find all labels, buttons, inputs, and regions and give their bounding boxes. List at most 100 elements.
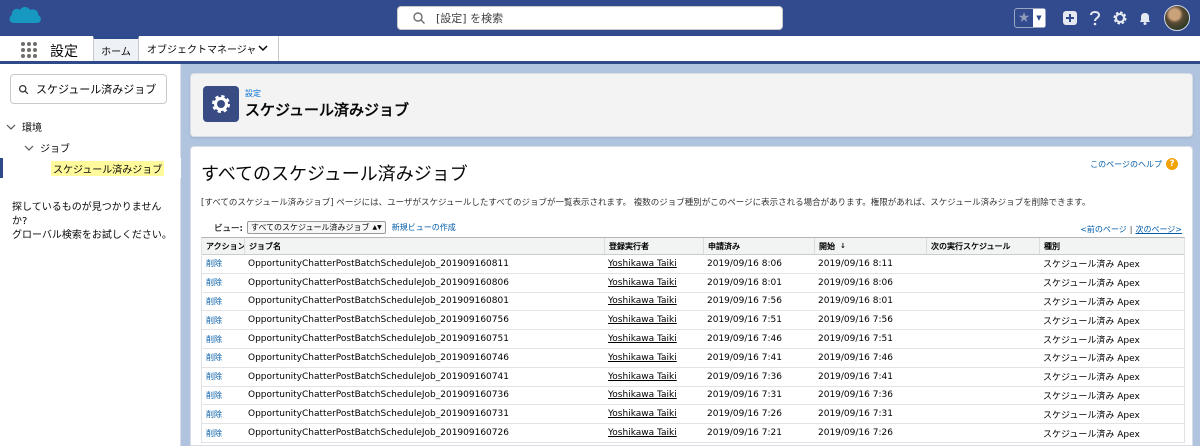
column-header-submitted[interactable]: 申請済み [703,238,740,254]
global-actions-icon[interactable] [1059,7,1081,29]
table-row: 削除 OpportunityChatterPostBatchScheduleJob… [202,311,1184,331]
submitted-date-cell: 2019/09/16 7:51 [707,315,782,326]
delete-link[interactable]: 削除 [206,387,222,405]
delete-link[interactable]: 削除 [206,311,222,329]
job-type-cell: スケジュール済み Apex [1043,297,1140,308]
quick-find-input[interactable]: スケジュール済みジョブ [10,74,167,104]
table-row: 削除 OpportunityChatterPostBatchScheduleJob… [202,348,1184,368]
user-avatar[interactable] [1164,5,1190,31]
next-page-link[interactable]: 次のページ> [1135,225,1182,234]
view-selector-row: ビュー: すべてのスケジュール済みジョブ ▲▼ 新規ビューの作成 [214,221,456,234]
submitter-link[interactable]: Yoshikawa Taiki [608,387,677,405]
table-row: 削除 OpportunityChatterPostBatchScheduleJob… [202,255,1184,274]
salesforce-logo-icon[interactable] [6,3,44,31]
delete-link[interactable]: 削除 [206,349,222,367]
setup-gear-icon[interactable] [1109,7,1131,29]
submitter-link[interactable]: Yoshikawa Taiki [608,368,677,386]
column-header-job-name[interactable]: ジョブ名 [244,238,281,254]
job-name-cell: OpportunityChatterPostBatchScheduleJob_2… [248,371,509,382]
scheduled-jobs-content: すべてのスケジュール済みジョブ このページのヘルプ ? [すべてのスケジュール済… [190,146,1193,446]
pagination: <前のページ | 次のページ> [1080,225,1182,234]
job-name-cell: OpportunityChatterPostBatchScheduleJob_2… [248,277,509,288]
start-date-cell: 2019/09/16 7:26 [818,428,893,439]
submitted-date-cell: 2019/09/16 7:46 [707,334,782,345]
context-nav-bar: 設定 ホーム オブジェクトマネージャ [0,36,1200,64]
help-icon[interactable] [1084,7,1106,29]
job-type-cell: スケジュール済み Apex [1043,260,1140,271]
app-name: 設定 [50,44,78,60]
start-date-cell: 2019/09/16 7:31 [818,409,893,420]
submitter-link[interactable]: Yoshikawa Taiki [608,330,677,348]
submitted-date-cell: 2019/09/16 7:36 [707,371,782,382]
tree-item-environment[interactable]: 環境 [6,119,42,134]
page-title: スケジュール済みジョブ [245,101,409,119]
help-for-this-page-link[interactable]: このページのヘルプ ? [1090,158,1178,170]
delete-link[interactable]: 削除 [206,293,222,311]
delete-link[interactable]: 削除 [206,424,222,442]
submitter-link[interactable]: Yoshikawa Taiki [608,424,677,442]
start-date-cell: 2019/09/16 8:11 [818,258,893,269]
tab-home[interactable]: ホーム [93,36,139,61]
submitter-link[interactable]: Yoshikawa Taiki [608,255,677,273]
table-header-row: アクション ジョブ名 登録実行者 申請済み 開始 ↓ 次の実行スケジュール 種別 [202,238,1184,255]
select-arrows-icon: ▲▼ [372,224,382,231]
start-date-cell: 2019/09/16 7:51 [818,334,893,345]
submitter-link[interactable]: Yoshikawa Taiki [608,293,677,311]
submitted-date-cell: 2019/09/16 7:31 [707,390,782,401]
tree-item-scheduled-jobs[interactable]: スケジュール済みジョブ [0,158,181,178]
column-header-submitted-by[interactable]: 登録実行者 [604,238,649,254]
table-row: 削除 OpportunityChatterPostBatchScheduleJob… [202,424,1184,443]
column-header-started[interactable]: 開始 ↓ [814,238,846,254]
column-header-started-label: 開始 [819,241,835,251]
job-name-cell: OpportunityChatterPostBatchScheduleJob_2… [248,390,509,401]
chevron-down-icon[interactable] [258,43,268,53]
delete-link[interactable]: 削除 [206,330,222,348]
app-launcher-icon[interactable] [21,42,37,58]
view-select-value: すべてのスケジュール済みジョブ [250,223,370,232]
column-header-type[interactable]: 種別 [1039,238,1060,254]
submitter-link[interactable]: Yoshikawa Taiki [608,274,677,292]
favorites-dropdown-icon[interactable]: ▼ [1033,9,1045,27]
sidebar-help-text: 探しているものが見つかりませんか? グローバル検索をお試しください。 [12,201,176,243]
help-question-icon: ? [1166,158,1178,170]
job-name-cell: OpportunityChatterPostBatchScheduleJob_2… [248,409,509,420]
chevron-down-icon [6,124,16,130]
job-type-cell: スケジュール済み Apex [1043,279,1140,290]
job-type-cell: スケジュール済み Apex [1043,316,1140,327]
scheduled-jobs-table: アクション ジョブ名 登録実行者 申請済み 開始 ↓ 次の実行スケジュール 種別… [201,237,1185,443]
tab-object-manager[interactable]: オブジェクトマネージャ [139,36,279,61]
page-description: [すべてのスケジュール済みジョブ] ページには、ユーザがスケジュールしたすべての… [201,198,1091,208]
tree-item-jobs[interactable]: ジョブ [24,140,70,155]
tree-item-scheduled-jobs-label: スケジュール済みジョブ [51,161,165,176]
table-row: 削除 OpportunityChatterPostBatchScheduleJob… [202,367,1184,387]
favorites-star-icon[interactable]: ★ [1015,9,1033,27]
create-new-view-link[interactable]: 新規ビューの作成 [392,222,456,233]
search-placeholder: [設定] を検索 [436,12,504,25]
delete-link[interactable]: 削除 [206,368,222,386]
start-date-cell: 2019/09/16 7:36 [818,390,893,401]
sort-descending-icon: ↓ [840,242,846,250]
setup-gear-icon [203,86,239,122]
previous-page-link[interactable]: <前のページ [1080,225,1127,234]
notifications-bell-icon[interactable] [1134,7,1156,29]
global-search-input[interactable]: [設定] を検索 [397,6,783,30]
start-date-cell: 2019/09/16 7:56 [818,315,893,326]
delete-link[interactable]: 削除 [206,274,222,292]
delete-link[interactable]: 削除 [206,255,222,273]
submitted-date-cell: 2019/09/16 7:21 [707,428,782,439]
submitted-date-cell: 2019/09/16 8:06 [707,258,782,269]
content-title: すべてのスケジュール済みジョブ [201,164,468,185]
submitted-date-cell: 2019/09/16 7:56 [707,296,782,307]
table-row: 削除 OpportunityChatterPostBatchScheduleJob… [202,330,1184,349]
view-select[interactable]: すべてのスケジュール済みジョブ ▲▼ [246,221,386,234]
job-type-cell: スケジュール済み Apex [1043,373,1140,384]
sidebar-help-line2: グローバル検索をお試しください。 [12,230,172,241]
submitter-link[interactable]: Yoshikawa Taiki [608,405,677,423]
job-name-cell: OpportunityChatterPostBatchScheduleJob_2… [248,315,509,326]
submitter-link[interactable]: Yoshikawa Taiki [608,311,677,329]
tab-object-manager-label: オブジェクトマネージャ [147,45,257,56]
job-name-cell: OpportunityChatterPostBatchScheduleJob_2… [248,296,509,307]
column-header-next-scheduled-run[interactable]: 次の実行スケジュール [926,238,1010,254]
delete-link[interactable]: 削除 [206,405,222,423]
submitter-link[interactable]: Yoshikawa Taiki [608,349,677,367]
